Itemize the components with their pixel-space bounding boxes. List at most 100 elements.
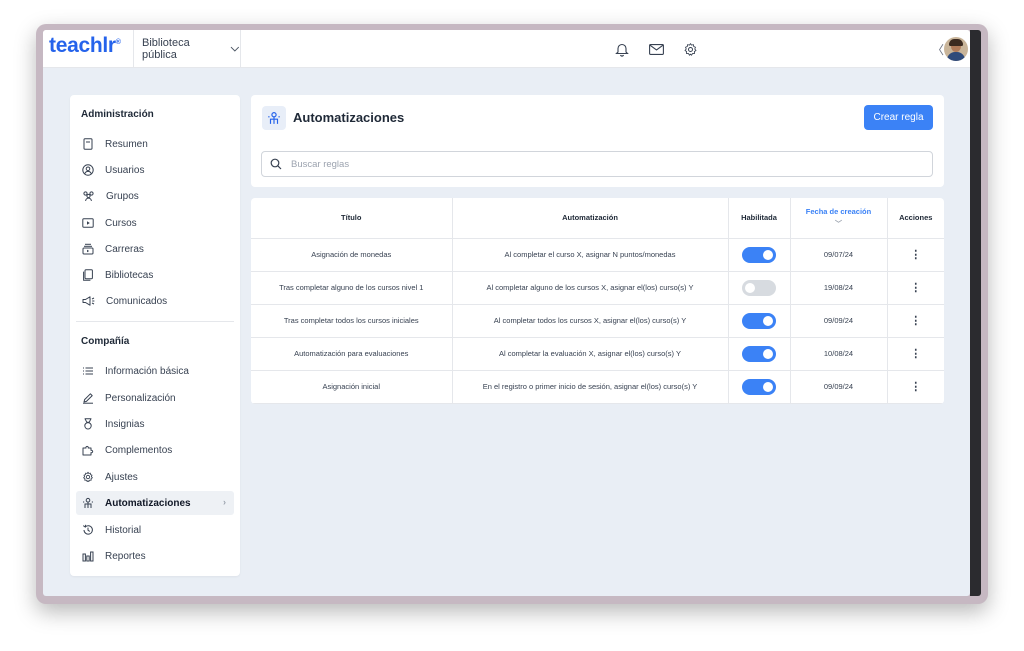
table-header-row: Título Automatización Habilitada Fecha d…: [251, 198, 944, 239]
medal-icon: [84, 418, 92, 430]
rules-table: Título Automatización Habilitada Fecha d…: [251, 198, 944, 404]
mail-icon[interactable]: [647, 40, 665, 58]
rule-automation: En el registro o primer inicio de sesión…: [452, 370, 729, 404]
avatar[interactable]: [944, 37, 968, 61]
sidebar-item-reportes[interactable]: Reportes: [76, 544, 234, 568]
sidebar-item-complementos[interactable]: Complementos: [76, 438, 234, 462]
document-icon: [83, 138, 93, 150]
sidebar-item-resumen[interactable]: Resumen: [76, 132, 234, 156]
megaphone-icon: [82, 296, 95, 306]
chevron-down-icon: [230, 46, 240, 52]
rule-title: Automatización para evaluaciones: [251, 337, 453, 371]
sidebar-divider: [76, 321, 234, 322]
enabled-toggle[interactable]: [742, 246, 776, 263]
rule-date: 09/09/24: [790, 304, 888, 338]
rule-title: Asignación inicial: [251, 370, 453, 404]
table-row: Automatización para evaluaciones Al comp…: [251, 337, 944, 371]
sidebar-item-label: Carreras: [105, 243, 144, 255]
history-icon: [82, 524, 93, 535]
sidebar-item-label: Automatizaciones: [105, 497, 191, 509]
play-box-icon: [82, 218, 94, 228]
page-title: Automatizaciones: [293, 110, 405, 125]
bell-icon[interactable]: [613, 40, 631, 58]
sort-chevron-icon: ﹀: [835, 220, 842, 228]
search-box[interactable]: [261, 151, 933, 177]
create-rule-button[interactable]: Crear regla: [864, 105, 933, 130]
column-header-creation-date[interactable]: Fecha de creación ﹀: [790, 198, 888, 239]
bar-chart-icon: [82, 551, 94, 562]
sidebar-item-ajustes[interactable]: Ajustes: [76, 465, 234, 489]
users-icon: [83, 191, 94, 202]
sidebar-heading-admin: Administración: [81, 109, 154, 120]
sidebar-item-historial[interactable]: Historial: [76, 518, 234, 542]
sidebar-item-bibliotecas[interactable]: Bibliotecas: [76, 263, 234, 287]
library-icon: [83, 269, 93, 281]
table-row: Tras completar todos los cursos iniciale…: [251, 304, 944, 338]
sidebar-item-label: Historial: [105, 524, 142, 536]
user-circle-icon: [82, 164, 94, 176]
sidebar-item-label: Reportes: [105, 550, 146, 562]
sidebar-item-carreras[interactable]: Carreras: [76, 237, 234, 261]
column-header-automation[interactable]: Automatización: [452, 198, 729, 239]
sidebar-item-usuarios[interactable]: Usuarios: [76, 158, 234, 182]
sidebar-item-automatizaciones[interactable]: Automatizaciones ›: [76, 491, 234, 515]
sidebar-item-personalizacion[interactable]: Personalización: [76, 386, 234, 410]
pencil-icon: [83, 393, 93, 404]
automation-icon: [83, 497, 93, 508]
enabled-toggle[interactable]: [742, 312, 776, 329]
table-row: Tras completar alguno de los cursos nive…: [251, 271, 944, 305]
sidebar-item-label: Usuarios: [105, 164, 145, 176]
automation-icon: [262, 106, 286, 130]
sidebar: Administración Resumen Usuarios Grupos C…: [70, 95, 240, 576]
scrollbar-rail[interactable]: [970, 30, 981, 596]
gear-icon[interactable]: [681, 40, 699, 58]
column-header-title[interactable]: Título: [251, 198, 453, 239]
puzzle-icon: [82, 445, 94, 456]
search-input[interactable]: [291, 158, 891, 170]
list-icon: [83, 367, 93, 375]
more-options-icon[interactable]: ⋮: [910, 248, 922, 261]
sidebar-item-label: Insignias: [105, 418, 145, 430]
more-options-icon[interactable]: ⋮: [910, 380, 922, 393]
sidebar-item-informacion-basica[interactable]: Información básica: [76, 359, 234, 383]
rule-title: Tras completar alguno de los cursos nive…: [251, 271, 453, 305]
sidebar-item-cursos[interactable]: Cursos: [76, 211, 234, 235]
rule-automation: Al completar el curso X, asignar N punto…: [452, 238, 729, 272]
column-header-enabled[interactable]: Habilitada: [728, 198, 791, 239]
page-header: Automatizaciones Crear regla: [251, 95, 944, 187]
sidebar-item-label: Complementos: [105, 444, 173, 456]
more-options-icon[interactable]: ⋮: [910, 347, 922, 360]
app-screen: teachlr® Biblioteca pública 〈 Administra…: [43, 30, 970, 596]
column-header-actions: Acciones: [887, 198, 944, 239]
column-header-label: Fecha de creación: [805, 206, 872, 216]
rule-date: 09/07/24: [790, 238, 888, 272]
enabled-toggle[interactable]: [742, 378, 776, 395]
rule-title: Tras completar todos los cursos iniciale…: [251, 304, 453, 338]
sidebar-heading-company: Compañía: [81, 336, 130, 347]
sidebar-item-label: Grupos: [106, 190, 139, 202]
rule-date: 10/08/24: [790, 337, 888, 371]
library-selector[interactable]: Biblioteca pública: [133, 30, 241, 68]
sidebar-item-label: Cursos: [105, 217, 137, 229]
enabled-toggle[interactable]: [742, 345, 776, 362]
stack-icon: [82, 243, 94, 255]
sidebar-item-comunicados[interactable]: Comunicados: [76, 289, 234, 313]
enabled-toggle[interactable]: [742, 279, 776, 296]
sidebar-item-label: Bibliotecas: [105, 269, 154, 281]
device-frame: teachlr® Biblioteca pública 〈 Administra…: [36, 24, 988, 604]
sidebar-item-label: Ajustes: [105, 471, 138, 483]
rule-automation: Al completar todos los cursos X, asignar…: [452, 304, 729, 338]
table-row: Asignación inicial En el registro o prim…: [251, 370, 944, 404]
sidebar-item-label: Resumen: [105, 138, 148, 150]
chevron-right-icon: ›: [223, 497, 226, 507]
rule-title: Asignación de monedas: [251, 238, 453, 272]
library-name: Biblioteca pública: [142, 37, 190, 61]
sidebar-item-label: Comunicados: [106, 295, 168, 307]
chevron-left-icon[interactable]: 〈: [932, 41, 944, 58]
more-options-icon[interactable]: ⋮: [910, 314, 922, 327]
more-options-icon[interactable]: ⋮: [910, 281, 922, 294]
sidebar-item-grupos[interactable]: Grupos: [76, 184, 234, 208]
rule-automation: Al completar alguno de los cursos X, asi…: [452, 271, 729, 305]
sidebar-item-insignias[interactable]: Insignias: [76, 412, 234, 436]
app-logo[interactable]: teachlr®: [49, 34, 121, 58]
